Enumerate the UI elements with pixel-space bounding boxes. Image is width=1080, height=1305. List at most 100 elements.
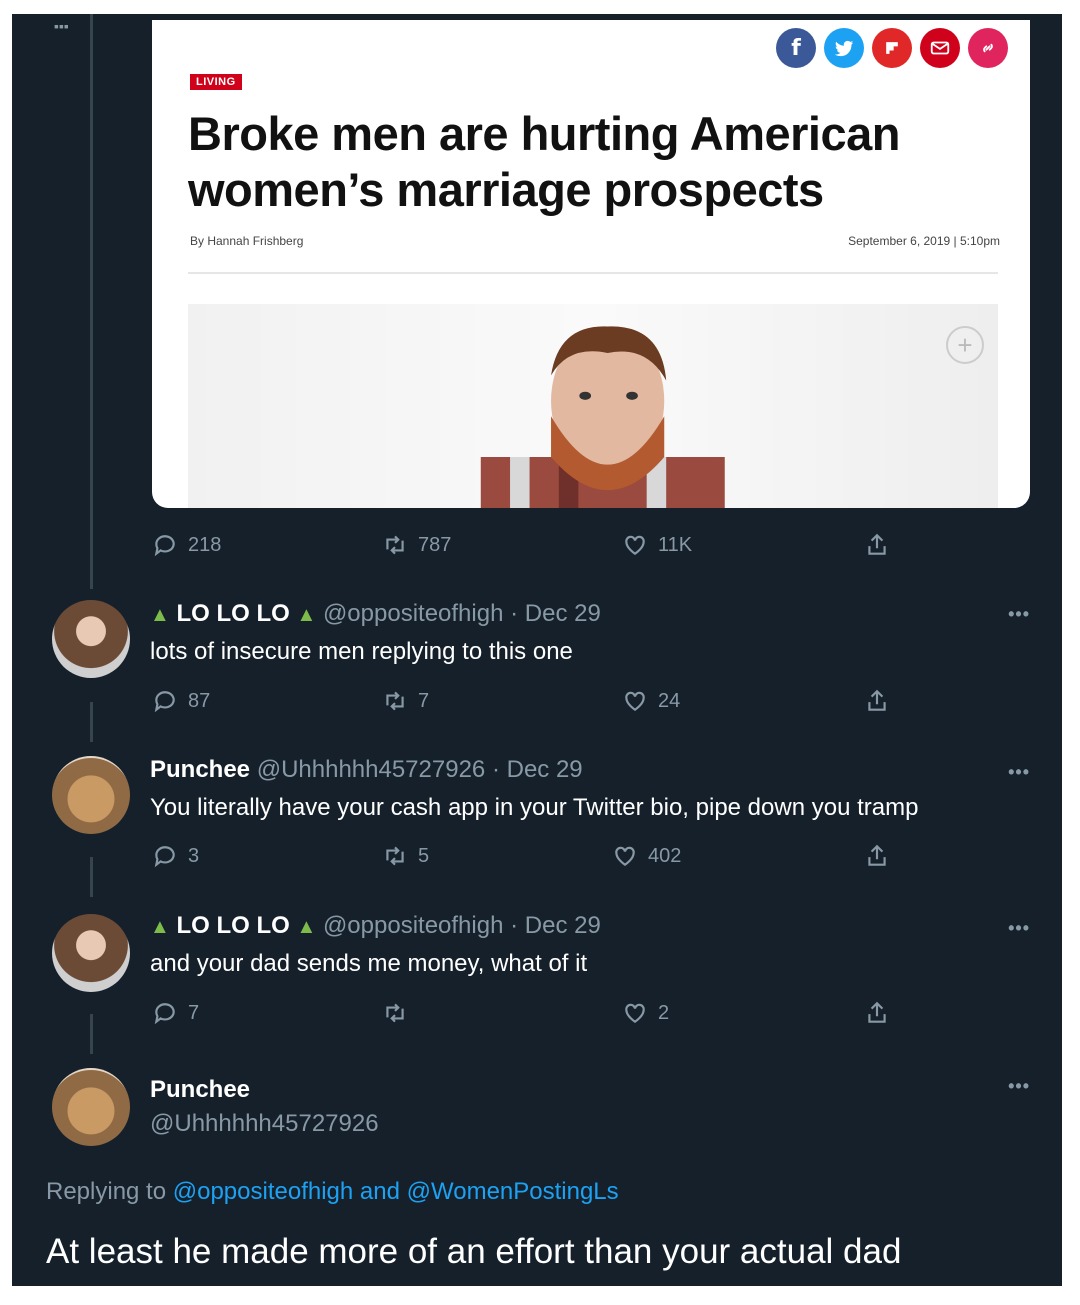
reply-icon [154, 535, 175, 557]
share-buttons: f [776, 28, 1008, 68]
share-icon [868, 1001, 886, 1023]
tweet-header: Punchee @Uhhhhhh45727926 · Dec 29 [150, 756, 583, 784]
tweet-text: and your dad sends me money, what of it [150, 950, 588, 977]
share-icon [868, 844, 886, 866]
share-icon [868, 689, 886, 711]
retweet-icon [386, 1003, 404, 1023]
retweet-count: 787 [418, 533, 452, 556]
tweet-actions: 7 2 [152, 1000, 892, 1030]
tweet-actions: 87 7 24 [152, 688, 892, 718]
article-date: September 6, 2019 | 5:10pm [848, 234, 1000, 248]
man-portrait-image [480, 326, 725, 508]
display-name[interactable]: LO LO LO [176, 600, 289, 627]
separator-dot: · [510, 912, 519, 939]
tweet-header: ▲ LO LO LO ▲ @oppositeofhigh · Dec 29 [150, 600, 601, 628]
like-button[interactable]: 11K [622, 532, 692, 558]
retweet-icon [386, 846, 404, 866]
like-button[interactable]: 2 [622, 1000, 669, 1026]
display-name[interactable]: Punchee [150, 1076, 250, 1104]
share-button[interactable] [864, 843, 890, 869]
reply-button[interactable]: 87 [152, 688, 210, 714]
divider [188, 272, 998, 274]
display-name-text: Punchee [150, 1076, 251, 1103]
share-button[interactable] [864, 1000, 890, 1026]
more-options-icon[interactable]: ••• [1008, 604, 1030, 625]
separator-dot: · [491, 756, 500, 783]
reply-button[interactable]: 7 [152, 1000, 199, 1026]
thread-connector [90, 1014, 93, 1054]
tree-emoji-icon: ▲ [150, 916, 170, 938]
display-name[interactable]: LO LO LO [176, 912, 289, 939]
twitter-thread-screenshot: ▪▪▪ f LIVING Broke men are hurting Ameri… [12, 14, 1062, 1286]
thread-connector [90, 14, 93, 589]
tweet-date[interactable]: Dec 29 [525, 600, 601, 627]
mention-link[interactable]: @oppositeofhigh [173, 1178, 354, 1205]
reply-count: 3 [188, 844, 200, 867]
display-name[interactable]: Punchee [150, 756, 250, 783]
heart-icon [625, 535, 645, 555]
retweet-count: 7 [418, 689, 430, 712]
heart-icon [615, 846, 635, 866]
retweet-button[interactable]: 787 [382, 532, 451, 558]
mention-conjunction: and [359, 1178, 400, 1205]
thread-connector [90, 702, 93, 742]
retweet-button[interactable]: 7 [382, 688, 429, 714]
thread-connector [90, 857, 93, 897]
more-options-icon[interactable]: ••• [1008, 1076, 1030, 1097]
tweet-text: lots of insecure men replying to this on… [150, 638, 573, 665]
flipboard-icon[interactable] [872, 28, 912, 68]
article-headline[interactable]: Broke men are hurting American women’s m… [188, 106, 1008, 218]
focused-tweet-text: At least he made more of an effort than … [46, 1232, 902, 1271]
reply-count: 87 [188, 689, 211, 712]
like-count: 24 [658, 689, 681, 712]
user-handle-text: @Uhhhhhh45727926 [150, 1110, 379, 1137]
mention-link[interactable]: @WomenPostingLs [407, 1178, 619, 1205]
tweet-header: ▲ LO LO LO ▲ @oppositeofhigh · Dec 29 [150, 912, 601, 940]
article-photo: + [188, 304, 998, 508]
retweet-button[interactable]: 5 [382, 843, 429, 869]
reply-count: 218 [188, 533, 222, 556]
like-button[interactable]: 402 [612, 843, 681, 869]
like-count: 11K [658, 533, 693, 556]
article-card[interactable]: f LIVING Broke men are hurting American … [152, 20, 1030, 508]
user-handle[interactable]: @Uhhhhhh45727926 [257, 756, 486, 783]
tree-emoji-icon: ▲ [150, 604, 170, 626]
more-options-icon[interactable]: ••• [1008, 918, 1030, 939]
retweet-icon [386, 535, 404, 555]
replying-to-label: Replying to [46, 1178, 167, 1205]
share-button[interactable] [864, 532, 890, 558]
like-count: 2 [658, 1001, 670, 1024]
user-handle[interactable]: @Uhhhhhh45727926 [150, 1110, 379, 1138]
email-icon[interactable] [920, 28, 960, 68]
article-byline: By Hannah Frishberg [190, 234, 304, 248]
avatar[interactable] [52, 914, 130, 992]
user-handle[interactable]: @oppositeofhigh [323, 600, 504, 627]
avatar[interactable] [52, 1068, 130, 1146]
avatar[interactable] [52, 756, 130, 834]
reply-icon [154, 691, 175, 713]
tweet-actions: 3 5 402 [152, 843, 892, 873]
facebook-icon[interactable]: f [776, 28, 816, 68]
like-count: 402 [648, 844, 682, 867]
share-button[interactable] [864, 688, 890, 714]
like-button[interactable]: 24 [622, 688, 680, 714]
tweet-date[interactable]: Dec 29 [525, 912, 601, 939]
tweet-actions: 218 787 11K [152, 532, 892, 562]
expand-plus-icon[interactable]: + [946, 326, 984, 364]
share-icon [868, 533, 886, 555]
more-options-icon[interactable]: ••• [1008, 762, 1030, 783]
avatar[interactable] [52, 600, 130, 678]
tweet-date[interactable]: Dec 29 [507, 756, 583, 783]
reply-button[interactable]: 3 [152, 843, 199, 869]
section-tag[interactable]: LIVING [190, 74, 242, 90]
tweet-text: You literally have your cash app in your… [150, 794, 919, 821]
reply-button[interactable]: 218 [152, 532, 221, 558]
replying-to-line: Replying to @oppositeofhigh and @WomenPo… [46, 1178, 619, 1206]
heart-icon [625, 691, 645, 711]
retweet-icon [386, 691, 404, 711]
retweet-button[interactable] [382, 1000, 408, 1026]
avatar-fragment-icon: ▪▪▪ [54, 18, 69, 34]
user-handle[interactable]: @oppositeofhigh [323, 912, 504, 939]
twitter-icon[interactable] [824, 28, 864, 68]
link-icon[interactable] [968, 28, 1008, 68]
